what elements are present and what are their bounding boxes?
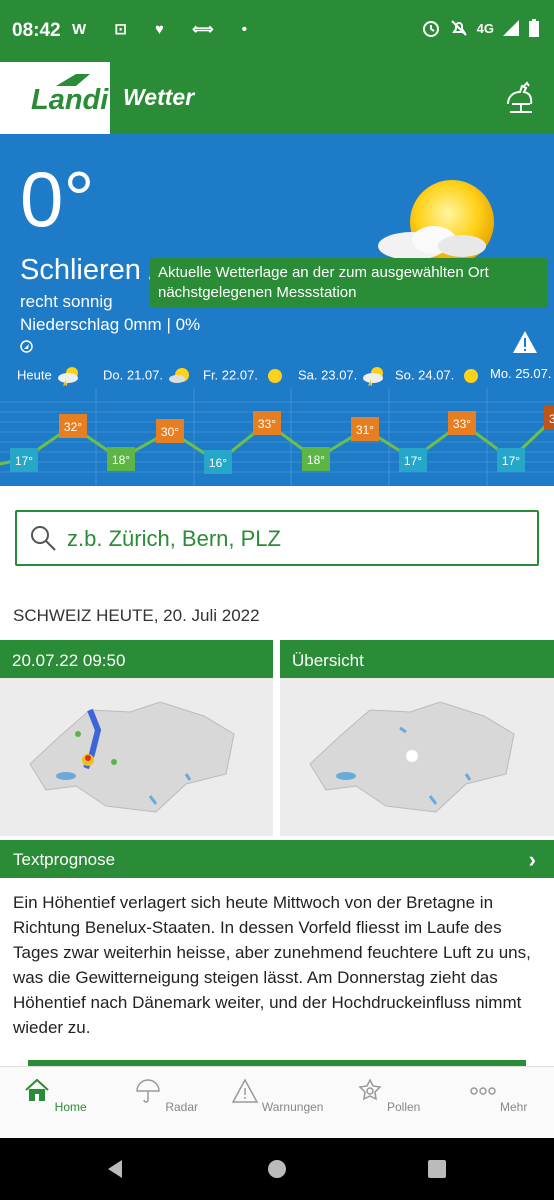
max-temp-label: 30° (161, 425, 179, 439)
notification-icons: W ⊡ ♥ ⟺ • (72, 21, 260, 38)
forecast-day[interactable]: Mo. 25.07. (490, 366, 551, 381)
radar-card-title: 20.07.22 09:50 (0, 640, 273, 678)
forecast-day[interactable]: So. 24.07. (395, 366, 484, 386)
day-label: Mo. 25.07. (490, 366, 552, 381)
nav-mehr[interactable]: Mehr (443, 1077, 553, 1114)
alarm-icon (422, 21, 439, 37)
status-time: 08:42 (12, 20, 61, 41)
max-temp-label: 3 (549, 412, 554, 426)
day-label: Sa. 23.07. (298, 367, 358, 383)
nav-label: Radar (165, 1100, 199, 1114)
max-temp-label: 33° (258, 417, 276, 431)
search-input[interactable]: z.b. Zürich, Bern, PLZ (15, 510, 539, 566)
forecast-day[interactable]: Sa. 23.07. (298, 366, 387, 386)
forecast-day[interactable]: Do. 21.07. (103, 366, 193, 386)
overview-card-title: Übersicht (280, 640, 554, 678)
chevron-right-icon: › (528, 847, 536, 872)
overview-map-image (280, 678, 554, 836)
warning-icon (231, 1078, 258, 1103)
bottom-navigation: Home Radar Warnungen Pollen Mehr (0, 1066, 554, 1138)
nav-pollen[interactable]: Pollen (333, 1077, 443, 1114)
nav-home[interactable]: Home (0, 1077, 110, 1114)
more-icon (469, 1087, 496, 1095)
back-icon[interactable] (104, 1158, 126, 1180)
min-temp-label: 17° (15, 454, 33, 468)
min-temp-markers: 17° 18° 16° 18° 17° 17° (10, 447, 525, 474)
min-temp-label: 16° (209, 456, 227, 470)
recents-icon[interactable] (426, 1158, 448, 1180)
app-bar: Landi Wetter (0, 62, 554, 134)
nav-label: Pollen (386, 1100, 421, 1114)
nav-radar[interactable]: Radar (111, 1077, 221, 1114)
nav-label: Mehr (500, 1100, 528, 1114)
textprognose-body: Ein Höhentief verlagert sich heute Mittw… (13, 893, 531, 1037)
current-condition: recht sonnig (20, 292, 113, 311)
search-icon (31, 526, 56, 551)
mute-icon (450, 20, 467, 36)
sun-icon (267, 369, 282, 383)
radar-map-image (0, 678, 273, 836)
warning-icon[interactable] (512, 330, 538, 354)
overview-card[interactable]: Übersicht (280, 640, 554, 836)
home-icon (25, 1078, 49, 1101)
temperature-graph: 32° 30° 33° 31° 33° 3 17° 18° 16° 18° 17… (0, 388, 554, 486)
weathervane-rooster-icon[interactable] (500, 78, 540, 118)
umbrella-icon (136, 1079, 160, 1103)
day-label: Fr. 22.07. (203, 367, 258, 383)
network-label: 4G (476, 20, 494, 36)
nav-label: Home (54, 1100, 87, 1114)
forecast-day[interactable]: Heute (17, 366, 82, 386)
day-label: Do. 21.07. (103, 367, 163, 383)
map-cards: 20.07.22 09:50 Übersicht (0, 640, 554, 836)
thunder-cloud-icon (57, 367, 78, 386)
signal-icon (503, 20, 519, 36)
min-temp-label: 17° (502, 454, 520, 468)
nav-warnungen[interactable]: Warnungen (222, 1077, 332, 1114)
search-placeholder: z.b. Zürich, Bern, PLZ (67, 526, 281, 551)
radar-card[interactable]: 20.07.22 09:50 (0, 640, 273, 836)
app-title: Wetter (123, 84, 195, 110)
measurement-tooltip: Aktuelle Wetterlage an der zum ausgewähl… (150, 258, 548, 308)
flower-icon (358, 1078, 382, 1101)
textprognose-header[interactable]: Textprognose › (0, 840, 554, 878)
sun-icon (464, 369, 479, 383)
thunder-cloud-icon (363, 367, 384, 386)
current-temperature: 0° (20, 155, 95, 243)
sun-cloud-icon (169, 368, 189, 383)
current-precipitation: Niederschlag 0mm | 0% (20, 315, 201, 334)
min-temp-label: 18° (307, 453, 325, 467)
day-label: Heute (17, 367, 52, 383)
battery-icon (529, 19, 539, 37)
landi-logo[interactable]: Landi (0, 62, 110, 134)
status-right-icons: 4G (421, 18, 540, 38)
location-target-icon[interactable] (20, 340, 33, 353)
max-temp-label: 31° (356, 423, 374, 437)
search-section: z.b. Zürich, Bern, PLZ (0, 486, 554, 596)
system-navigation-bar (0, 1138, 554, 1200)
max-temp-label: 33° (453, 417, 471, 431)
min-temp-label: 18° (112, 453, 130, 467)
nav-label: Warnungen (261, 1100, 324, 1114)
day-label: So. 24.07. (395, 367, 455, 383)
textprognose-title: Textprognose (13, 850, 116, 869)
forecast-days: Heute Do. 21.07. Fr. 22.07. Sa. 23.07. S… (0, 362, 554, 390)
forecast-day[interactable]: Fr. 22.07. (203, 366, 288, 386)
today-heading: SCHWEIZ HEUTE, 20. Juli 2022 (13, 606, 260, 625)
logo-text: Landi (31, 84, 109, 116)
min-temp-label: 17° (404, 454, 422, 468)
max-temp-label: 32° (64, 420, 82, 434)
status-bar: 08:42 W ⊡ ♥ ⟺ • 4G (0, 0, 554, 62)
current-weather-panel: 0° Schlieren / Hühlen recht sonnig Niede… (0, 134, 554, 486)
home-button-icon[interactable] (266, 1158, 288, 1180)
